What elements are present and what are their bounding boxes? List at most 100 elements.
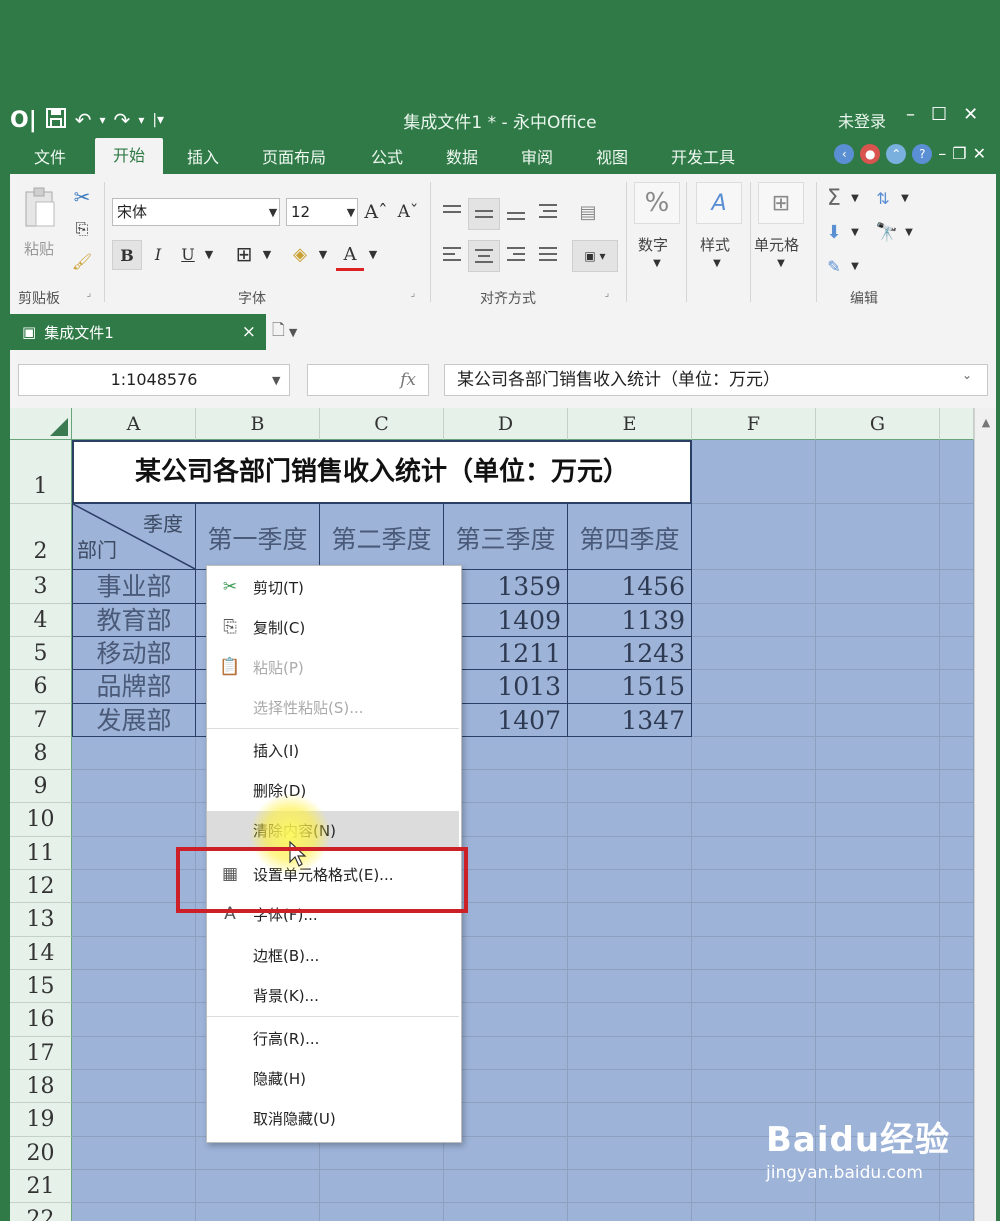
cell[interactable] bbox=[940, 604, 974, 637]
cell[interactable] bbox=[940, 937, 974, 970]
name-box[interactable]: 1:1048576 bbox=[18, 364, 290, 396]
scroll-up-icon[interactable]: ▲ bbox=[978, 416, 994, 430]
cell[interactable] bbox=[72, 1070, 196, 1103]
align-left-icon[interactable] bbox=[438, 240, 466, 268]
tab-data[interactable]: 数据 bbox=[446, 144, 478, 168]
q3-value-cell[interactable]: 1359 bbox=[444, 570, 568, 604]
row-header-10[interactable]: 10 bbox=[10, 803, 72, 837]
cell[interactable] bbox=[320, 1203, 444, 1221]
cells-icon[interactable]: ⊞ bbox=[758, 182, 804, 224]
cell[interactable] bbox=[816, 870, 940, 903]
cell[interactable] bbox=[72, 770, 196, 803]
cells-dropdown-icon[interactable]: ▼ bbox=[774, 256, 788, 270]
font-size-dropdown-icon[interactable]: ▼ bbox=[344, 200, 358, 224]
alignment-dialog-icon[interactable]: ⌟ bbox=[600, 286, 614, 300]
bold-button[interactable]: B bbox=[112, 240, 142, 270]
context-menu-item[interactable]: 清除内容(N) bbox=[207, 811, 459, 849]
q3-value-cell[interactable]: 1407 bbox=[444, 704, 568, 737]
style-label[interactable]: 样式 bbox=[700, 234, 730, 255]
font-color-dropdown-icon[interactable]: ▼ bbox=[366, 240, 380, 268]
tab-developer[interactable]: 开发工具 bbox=[671, 144, 735, 168]
cell[interactable] bbox=[692, 637, 816, 670]
style-dropdown-icon[interactable]: ▼ bbox=[710, 256, 724, 270]
expand-formula-icon[interactable]: ⌄ bbox=[962, 368, 978, 392]
document-tab[interactable]: ▣ 集成文件1 × bbox=[10, 314, 266, 350]
row-header-6[interactable]: 6 bbox=[10, 670, 72, 704]
format-painter-icon[interactable]: 🖌 bbox=[68, 248, 96, 274]
align-center-icon[interactable] bbox=[468, 240, 500, 272]
cell[interactable] bbox=[72, 970, 196, 1003]
cell[interactable] bbox=[940, 504, 974, 570]
find-dropdown-icon[interactable]: ▼ bbox=[902, 218, 916, 246]
row-header-3[interactable]: 3 bbox=[10, 570, 72, 604]
cell[interactable] bbox=[940, 1070, 974, 1103]
vertical-scrollbar[interactable]: ▲ bbox=[974, 408, 996, 1221]
title-cell[interactable]: 某公司各部门销售收入统计（单位：万元） bbox=[72, 440, 692, 504]
cell[interactable] bbox=[568, 1137, 692, 1170]
cell[interactable] bbox=[444, 937, 568, 970]
q3-value-cell[interactable]: 1013 bbox=[444, 670, 568, 704]
cell[interactable] bbox=[444, 737, 568, 770]
select-all-corner[interactable] bbox=[10, 408, 72, 440]
cell[interactable] bbox=[444, 803, 568, 837]
cell[interactable] bbox=[444, 770, 568, 803]
autosum-icon[interactable]: Σ bbox=[822, 184, 846, 212]
cell[interactable] bbox=[692, 1003, 816, 1037]
wrap-text-icon[interactable] bbox=[534, 198, 562, 226]
border-dropdown-icon[interactable]: ▼ bbox=[260, 240, 274, 268]
doc-minimize-icon[interactable]: – bbox=[938, 144, 946, 164]
align-right-icon[interactable] bbox=[502, 240, 530, 268]
doc-restore-icon[interactable]: ❐ bbox=[952, 144, 966, 164]
autosum-dropdown-icon[interactable]: ▼ bbox=[848, 184, 862, 212]
number-format-icon[interactable]: % bbox=[634, 182, 680, 224]
underline-button[interactable]: U bbox=[176, 240, 200, 268]
cell[interactable] bbox=[692, 704, 816, 737]
q4-value-cell[interactable]: 1347 bbox=[568, 704, 692, 737]
cell[interactable] bbox=[72, 803, 196, 837]
tab-file[interactable]: 文件 bbox=[34, 144, 66, 168]
department-cell[interactable]: 品牌部 bbox=[72, 670, 196, 704]
tab-view[interactable]: 视图 bbox=[596, 144, 628, 168]
document-tab-close-icon[interactable]: × bbox=[242, 322, 256, 342]
cell[interactable] bbox=[568, 1037, 692, 1070]
row-header-14[interactable]: 14 bbox=[10, 937, 72, 970]
cell[interactable] bbox=[568, 970, 692, 1003]
context-menu-item[interactable]: 隐藏(H) bbox=[207, 1059, 459, 1097]
row-header-5[interactable]: 5 bbox=[10, 637, 72, 670]
row-header-7[interactable]: 7 bbox=[10, 704, 72, 737]
justify-icon[interactable] bbox=[534, 240, 562, 268]
context-menu-item[interactable]: ✂ 剪切(T) bbox=[207, 568, 459, 606]
context-menu-item[interactable]: 背景(K)... bbox=[207, 976, 459, 1014]
row-header-11[interactable]: 11 bbox=[10, 837, 72, 870]
login-status[interactable]: 未登录 bbox=[838, 108, 886, 132]
cell[interactable] bbox=[692, 440, 816, 504]
cell[interactable] bbox=[692, 803, 816, 837]
cell[interactable] bbox=[444, 1203, 568, 1221]
cell[interactable] bbox=[72, 1003, 196, 1037]
paste-icon[interactable] bbox=[20, 184, 60, 232]
help-icon[interactable]: ? bbox=[912, 144, 933, 164]
cell[interactable] bbox=[816, 1037, 940, 1070]
cell[interactable] bbox=[940, 737, 974, 770]
clear-dropdown-icon[interactable]: ▼ bbox=[848, 252, 862, 280]
cell[interactable] bbox=[816, 970, 940, 1003]
cell[interactable] bbox=[568, 1103, 692, 1137]
cell[interactable] bbox=[692, 937, 816, 970]
collapse-ribbon-icon[interactable]: ⌃ bbox=[886, 144, 907, 164]
row-header-21[interactable]: 21 bbox=[10, 1170, 72, 1203]
cell[interactable] bbox=[940, 570, 974, 604]
row-header-1[interactable]: 1 bbox=[10, 440, 72, 504]
q4-value-cell[interactable]: 1139 bbox=[568, 604, 692, 637]
cell[interactable] bbox=[940, 970, 974, 1003]
tab-insert[interactable]: 插入 bbox=[187, 144, 219, 168]
cell[interactable] bbox=[692, 604, 816, 637]
cells-label[interactable]: 单元格 bbox=[754, 234, 799, 255]
cell[interactable] bbox=[568, 870, 692, 903]
cell[interactable] bbox=[692, 903, 816, 937]
minimize-icon[interactable]: – bbox=[906, 104, 915, 125]
cell[interactable] bbox=[72, 1137, 196, 1170]
name-box-dropdown-icon[interactable]: ▼ bbox=[272, 368, 288, 392]
context-menu-item[interactable]: 取消隐藏(U) bbox=[207, 1099, 459, 1137]
cell[interactable] bbox=[692, 837, 816, 870]
style-icon[interactable]: A bbox=[696, 182, 742, 224]
